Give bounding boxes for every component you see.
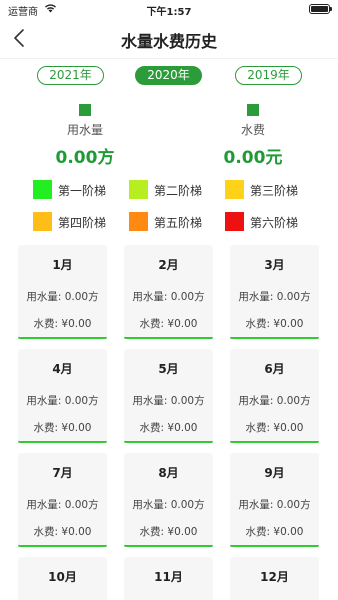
page-title: 水量水费历史 (120, 32, 217, 51)
fee-marker (247, 104, 259, 116)
year-tabs: 2021年 2020年 2019年 (0, 66, 338, 86)
tier-2-label: 第二阶梯 (154, 184, 203, 198)
year-tab-2021[interactable]: 2021年 (37, 66, 104, 85)
month-fee: 水费: ¥0.00 (139, 422, 198, 434)
clock: 下午1:57 (146, 7, 192, 18)
tier-5-label: 第五阶梯 (154, 216, 203, 230)
month-usage: 用水量: 0.00方 (132, 499, 205, 511)
month-name: 1月 (52, 258, 73, 272)
month-card-5[interactable]: 5月 用水量: 0.00方 水费: ¥0.00 (124, 349, 213, 443)
status-bar: 运营商 下午1:57 (0, 0, 338, 20)
month-progress-bar (18, 441, 107, 443)
month-usage: 用水量: 0.00方 (26, 291, 99, 303)
month-fee: 水费: ¥0.00 (139, 318, 198, 330)
battery-icon (309, 4, 332, 14)
month-progress-bar (18, 545, 107, 547)
tier-1-label: 第一阶梯 (58, 184, 107, 198)
month-name: 9月 (264, 466, 285, 480)
tier-3-swatch (225, 180, 244, 199)
month-fee: 水费: ¥0.00 (245, 422, 304, 434)
nav-bar: 水量水费历史 (0, 20, 338, 58)
month-name: 2月 (158, 258, 179, 272)
usage-label: 用水量 (66, 123, 103, 137)
month-card-9[interactable]: 9月 用水量: 0.00方 水费: ¥0.00 (230, 453, 319, 547)
month-name: 11月 (154, 570, 183, 584)
month-name: 12月 (260, 570, 289, 584)
usage-marker (79, 104, 91, 116)
month-card-10[interactable]: 10月 (18, 557, 107, 600)
month-card-2[interactable]: 2月 用水量: 0.00方 水费: ¥0.00 (124, 245, 213, 339)
month-usage: 用水量: 0.00方 (132, 291, 205, 303)
year-tab-2019[interactable]: 2019年 (235, 66, 302, 85)
tier-4-label: 第四阶梯 (58, 216, 107, 230)
month-fee: 水费: ¥0.00 (33, 318, 92, 330)
fee-summary: 水费 0.00元 (193, 104, 313, 168)
month-fee: 水费: ¥0.00 (245, 318, 304, 330)
month-progress-bar (18, 337, 107, 339)
nav-divider (0, 58, 338, 59)
month-progress-bar (230, 337, 319, 339)
tier-6-swatch (225, 212, 244, 231)
month-name: 5月 (158, 362, 179, 376)
month-usage: 用水量: 0.00方 (238, 291, 311, 303)
month-card-8[interactable]: 8月 用水量: 0.00方 水费: ¥0.00 (124, 453, 213, 547)
tier-2-swatch (129, 180, 148, 199)
month-fee: 水费: ¥0.00 (139, 526, 198, 538)
month-card-12[interactable]: 12月 (230, 557, 319, 600)
usage-value: 0.00方 (55, 148, 115, 168)
month-progress-bar (124, 545, 213, 547)
month-usage: 用水量: 0.00方 (238, 499, 311, 511)
month-progress-bar (230, 545, 319, 547)
month-name: 7月 (52, 466, 73, 480)
month-progress-bar (124, 337, 213, 339)
tier-4-swatch (33, 212, 52, 231)
month-card-4[interactable]: 4月 用水量: 0.00方 水费: ¥0.00 (18, 349, 107, 443)
tier-3-label: 第三阶梯 (250, 184, 299, 198)
month-name: 3月 (264, 258, 285, 272)
month-name: 6月 (264, 362, 285, 376)
month-fee: 水费: ¥0.00 (245, 526, 304, 538)
month-card-1[interactable]: 1月 用水量: 0.00方 水费: ¥0.00 (18, 245, 107, 339)
month-usage: 用水量: 0.00方 (238, 395, 311, 407)
month-name: 8月 (158, 466, 179, 480)
year-tab-2020[interactable]: 2020年 (135, 66, 202, 85)
month-usage: 用水量: 0.00方 (26, 499, 99, 511)
month-usage: 用水量: 0.00方 (26, 395, 99, 407)
month-progress-bar (124, 441, 213, 443)
tier-5-swatch (129, 212, 148, 231)
fee-value: 0.00元 (223, 148, 283, 168)
month-name: 4月 (52, 362, 73, 376)
tier-6-label: 第六阶梯 (250, 216, 299, 230)
month-usage: 用水量: 0.00方 (132, 395, 205, 407)
month-card-7[interactable]: 7月 用水量: 0.00方 水费: ¥0.00 (18, 453, 107, 547)
month-card-11[interactable]: 11月 (124, 557, 213, 600)
month-name: 10月 (48, 570, 77, 584)
usage-summary: 用水量 0.00方 (25, 104, 145, 168)
tier-1-swatch (33, 180, 52, 199)
month-fee: 水费: ¥0.00 (33, 526, 92, 538)
month-progress-bar (230, 441, 319, 443)
month-fee: 水费: ¥0.00 (33, 422, 92, 434)
month-card-3[interactable]: 3月 用水量: 0.00方 水费: ¥0.00 (230, 245, 319, 339)
month-card-6[interactable]: 6月 用水量: 0.00方 水费: ¥0.00 (230, 349, 319, 443)
fee-label: 水费 (240, 123, 265, 137)
